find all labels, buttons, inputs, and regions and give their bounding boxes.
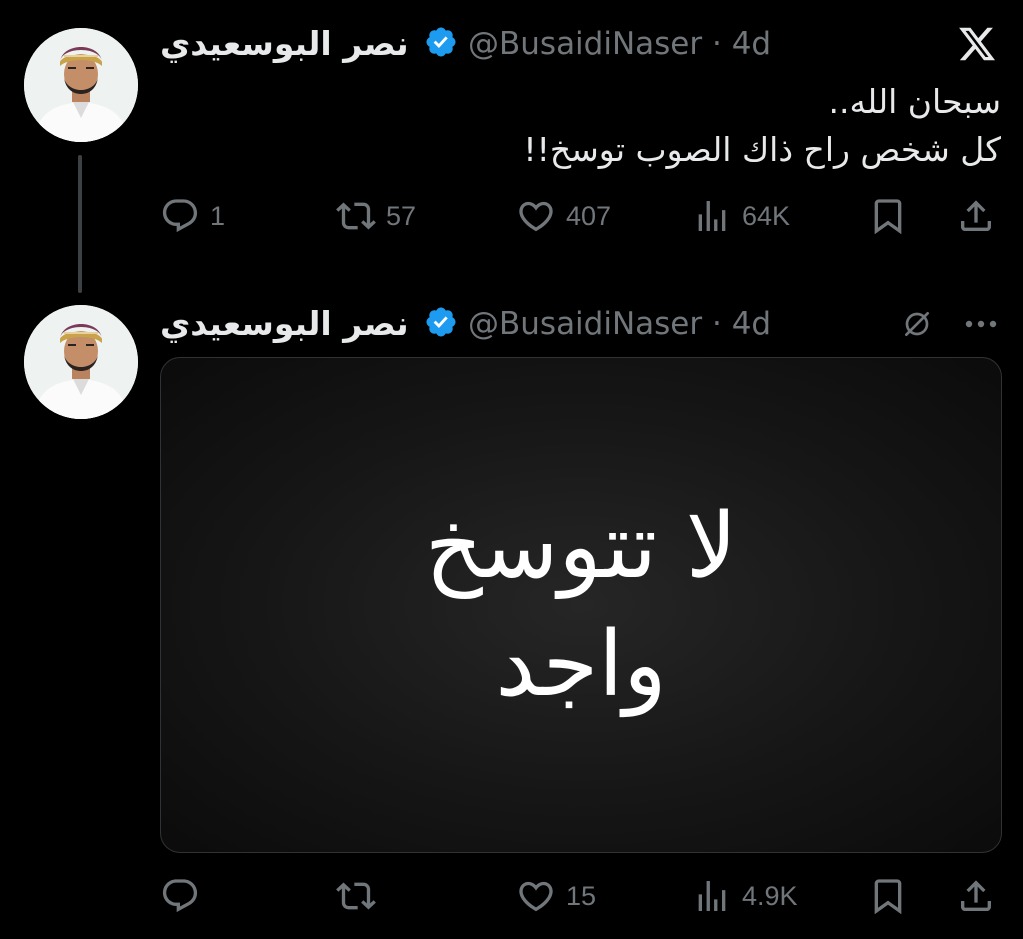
media-text-line: واجد: [495, 612, 667, 717]
avatar-photo: [24, 305, 138, 419]
like-button[interactable]: 407: [516, 192, 611, 240]
handle-and-time: @BusaidiNaser · 4d: [468, 306, 772, 342]
avatar[interactable]: [24, 28, 138, 142]
tweet-media-image[interactable]: لا تتوسخ واجد: [160, 357, 1002, 853]
like-icon: [519, 201, 553, 232]
verified-badge-icon: [426, 27, 456, 57]
share-button[interactable]: [956, 192, 996, 240]
x-logo-icon[interactable]: [957, 24, 997, 64]
tweet-header: نصر البوسعيدي @BusaidiNaser · 4d: [160, 298, 1003, 348]
avatar[interactable]: [24, 305, 138, 419]
author-name[interactable]: نصر البوسعيدي: [160, 24, 409, 63]
reply-button[interactable]: [160, 872, 210, 920]
tweet-text-line: سبحان الله..: [828, 82, 1001, 121]
retweet-button[interactable]: 57: [336, 192, 416, 240]
retweet-button[interactable]: [336, 872, 386, 920]
reply-icon: [162, 199, 198, 233]
reply-count: 1: [210, 200, 226, 231]
like-count: 15: [566, 880, 597, 911]
media-text-line: لا تتوسخ: [424, 494, 738, 599]
like-button[interactable]: 15: [516, 872, 596, 920]
share-button[interactable]: [956, 872, 996, 920]
views-button[interactable]: 4.9K: [692, 872, 798, 920]
tweet-1[interactable]: نصر البوسعيدي @BusaidiNaser · 4d سبحان ا…: [0, 0, 1023, 293]
like-icon: [519, 881, 553, 912]
action-bar: 15 4.9K: [160, 872, 1001, 920]
bookmark-icon: [874, 879, 902, 915]
author-name[interactable]: نصر البوسعيدي: [160, 304, 409, 343]
media-text: لا تتوسخ واجد: [161, 488, 1001, 724]
bookmark-button[interactable]: [868, 872, 908, 920]
reply-icon: [162, 879, 198, 913]
tweet-text: سبحان الله.. كل شخص راح ذاك الصوب توسخ!!: [523, 78, 1001, 174]
more-icon[interactable]: [961, 308, 1001, 340]
author-handle[interactable]: @BusaidiNaser: [468, 306, 702, 342]
views-button[interactable]: 64K: [692, 192, 790, 240]
retweet-icon: [336, 202, 376, 230]
avatar-photo: [24, 28, 138, 142]
views-count: 64K: [742, 200, 791, 231]
bookmark-button[interactable]: [868, 192, 908, 240]
tweet-header: نصر البوسعيدي @BusaidiNaser · 4d: [160, 18, 1003, 68]
like-count: 407: [566, 200, 612, 231]
retweet-icon: [336, 882, 376, 910]
tweet-text-line: كل شخص راح ذاك الصوب توسخ!!: [523, 130, 1001, 169]
author-handle[interactable]: @BusaidiNaser: [468, 26, 702, 62]
share-icon: [961, 200, 991, 231]
action-bar: 1 57 407 64K: [160, 192, 1001, 240]
grok-icon[interactable]: [901, 308, 933, 340]
views-icon: [698, 201, 726, 231]
views-count: 4.9K: [742, 880, 798, 911]
tweet-time[interactable]: 4d: [732, 26, 771, 62]
verified-badge-icon: [426, 307, 456, 337]
share-icon: [961, 880, 991, 911]
thread-connector-line: [78, 155, 82, 293]
views-icon: [698, 881, 726, 911]
tweet-2[interactable]: نصر البوسعيدي @BusaidiNaser · 4d لا تتوس…: [0, 290, 1023, 939]
bookmark-icon: [874, 199, 902, 235]
retweet-count: 57: [386, 200, 417, 231]
reply-button[interactable]: 1: [160, 192, 225, 240]
handle-and-time: @BusaidiNaser · 4d: [468, 26, 772, 62]
tweet-time[interactable]: 4d: [732, 306, 771, 342]
